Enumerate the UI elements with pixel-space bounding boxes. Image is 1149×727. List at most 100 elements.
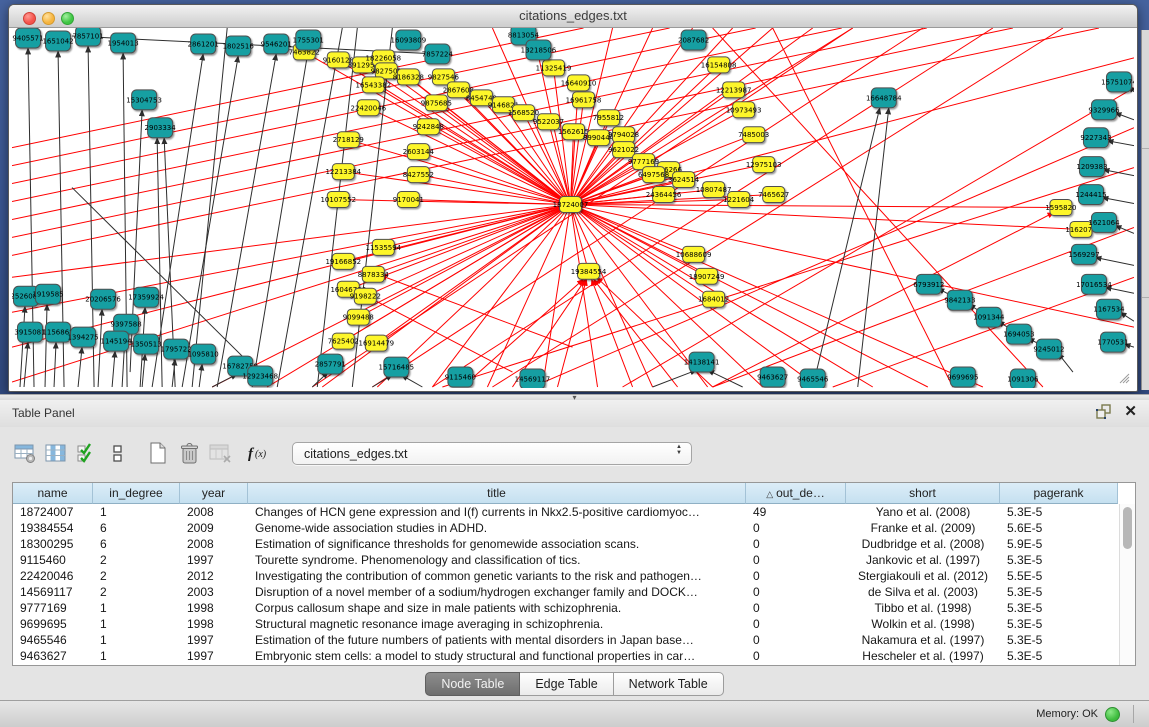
function-builder-icon[interactable]: f (x) <box>247 440 273 466</box>
graph-node-label: 18724007 <box>553 201 589 209</box>
cell: 1 <box>93 648 180 664</box>
column-header-in_degree[interactable]: in_degree <box>93 483 180 504</box>
table-row[interactable]: 2242004622012Investigating the contribut… <box>13 568 1135 584</box>
tab-edge-table[interactable]: Edge Table <box>520 672 613 696</box>
delete-column-icon[interactable] <box>176 440 202 466</box>
table-row[interactable]: 946362711997Embryonic stem cells: a mode… <box>13 648 1135 664</box>
table-row[interactable]: 969969511998Structural magnetic resonanc… <box>13 616 1135 632</box>
graph-node-label: 10973493 <box>726 106 762 114</box>
row-height-icon[interactable] <box>105 440 131 466</box>
cell: Embryonic stem cells: a model to study s… <box>248 648 746 664</box>
column-header-year[interactable]: year <box>180 483 248 504</box>
graph-node-label: 9405571 <box>12 34 43 42</box>
memory-ok-indicator[interactable] <box>1105 707 1120 722</box>
graph-edge <box>252 50 308 387</box>
cell: 18300295 <box>13 536 93 552</box>
tab-node-table[interactable]: Node Table <box>425 672 520 696</box>
graph-node-label: 19166852 <box>325 258 361 266</box>
cell: 9699695 <box>13 616 93 632</box>
cell: 5.3E-5 <box>1000 632 1118 648</box>
graph-node-label: 1095810 <box>188 351 219 359</box>
graph-node-label: 9227343 <box>1080 134 1111 142</box>
table-row[interactable]: 946554611997Estimation of the future num… <box>13 632 1135 648</box>
cell: 14569117 <box>13 584 93 600</box>
table-panel-header: Table Panel ✕ <box>0 400 1149 428</box>
column-header-name[interactable]: name <box>13 483 93 504</box>
cell: 5.3E-5 <box>1000 648 1118 664</box>
cell: 9115460 <box>13 552 93 568</box>
graph-node-label: 1244415 <box>1075 191 1106 199</box>
graph-node-label: 1651042 <box>42 37 73 45</box>
cell: Franke et al. (2009) <box>846 520 1000 536</box>
graph-node-label: 1684012 <box>698 296 729 304</box>
graph-edge <box>1102 198 1134 204</box>
table-body: 1872400712008Changes of HCN gene express… <box>13 504 1135 664</box>
graph-node-label: 8186328 <box>393 73 424 81</box>
graph-node-label: 1568520 <box>508 109 539 117</box>
graph-node-label: 1569297 <box>1068 251 1099 259</box>
tab-network-table[interactable]: Network Table <box>614 672 724 696</box>
cell: 5.3E-5 <box>1000 552 1118 568</box>
table-row[interactable]: 1938455462009Genome-wide association stu… <box>13 520 1135 536</box>
svg-text:(x): (x) <box>255 449 267 460</box>
cell: 0 <box>746 536 846 552</box>
cell: 2 <box>93 584 180 600</box>
table-selector-combo[interactable]: citations_edges.txt ▲▼ <box>292 442 692 465</box>
graph-node-label: 9794028 <box>608 131 639 139</box>
network-window-titlebar[interactable]: citations_edges.txt <box>9 5 1137 28</box>
cell: Tibbo et al. (1998) <box>846 600 1000 616</box>
cell: Corpus callosum shape and size in male p… <box>248 600 746 616</box>
cell: 0 <box>746 632 846 648</box>
network-desktop: citations_edges.txt <box>0 0 1149 394</box>
cell: 5.6E-5 <box>1000 520 1118 536</box>
cell: 5.3E-5 <box>1000 584 1118 600</box>
table-row[interactable]: 1830029562008Estimation of significance … <box>13 536 1135 552</box>
resize-grip-icon[interactable] <box>1118 372 1130 384</box>
graph-node-label: 6793912 <box>913 281 944 289</box>
graph-node-label: 9875685 <box>421 99 452 107</box>
collapsed-panel-strip[interactable] <box>1141 30 1149 390</box>
graph-node-label: 16154808 <box>701 61 737 69</box>
scrollbar-thumb[interactable] <box>1123 507 1132 549</box>
table-mode-icon[interactable] <box>12 440 38 466</box>
cell: 22420046 <box>13 568 93 584</box>
column-header-short[interactable]: short <box>846 483 1000 504</box>
graph-edge <box>592 279 633 387</box>
create-column-icon[interactable] <box>145 440 171 466</box>
graph-node-label: 16093809 <box>391 36 427 44</box>
graph-edge <box>1095 257 1134 265</box>
column-header-title[interactable]: title <box>248 483 746 504</box>
graph-node-label: 7955812 <box>593 114 624 122</box>
column-header-out_de[interactable]: △out_de… <box>746 483 846 504</box>
graph-node-label: 1595820 <box>1045 204 1076 212</box>
graph-node-label: 9099488 <box>343 314 374 322</box>
graph-node-label: 7625402 <box>328 338 359 346</box>
table-row[interactable]: 1872400712008Changes of HCN gene express… <box>13 504 1135 520</box>
cell: 2003 <box>180 584 248 600</box>
cell: 0 <box>746 600 846 616</box>
graph-node-label: 12213384 <box>325 168 361 176</box>
table-scrollbar[interactable] <box>1119 504 1135 665</box>
graph-node-label: 1350513 <box>131 341 162 349</box>
network-canvas[interactable]: 1872400774638229160128391295418226058982… <box>12 28 1134 388</box>
column-header-pagerank[interactable]: pagerank <box>1000 483 1118 504</box>
table-row[interactable]: 911546021997Tourette syndrome. Phenomeno… <box>13 552 1135 568</box>
float-window-icon[interactable] <box>1095 404 1112 419</box>
cell: 9463627 <box>13 648 93 664</box>
table-row[interactable]: 1456911722003Disruption of a novel membe… <box>13 584 1135 600</box>
graph-edge <box>54 342 56 387</box>
cell: Wolkin et al. (1998) <box>846 616 1000 632</box>
graph-node-label: 18907249 <box>689 273 725 281</box>
cell: 2009 <box>180 520 248 536</box>
graph-node-label: 1621064 <box>1088 219 1120 227</box>
select-rows-icon[interactable] <box>74 440 100 466</box>
cell: 1998 <box>180 600 248 616</box>
close-panel-icon[interactable]: ✕ <box>1124 404 1137 419</box>
table-panel-title: Table Panel <box>12 406 75 420</box>
graph-node-label: 9621022 <box>608 146 639 154</box>
cell: Estimation of the future numbers of pati… <box>248 632 746 648</box>
table-row[interactable]: 977716911998Corpus callosum shape and si… <box>13 600 1135 616</box>
show-columns-icon[interactable] <box>43 440 69 466</box>
graph-node-label: 1802516 <box>223 42 254 50</box>
graph-edge <box>570 205 1060 208</box>
